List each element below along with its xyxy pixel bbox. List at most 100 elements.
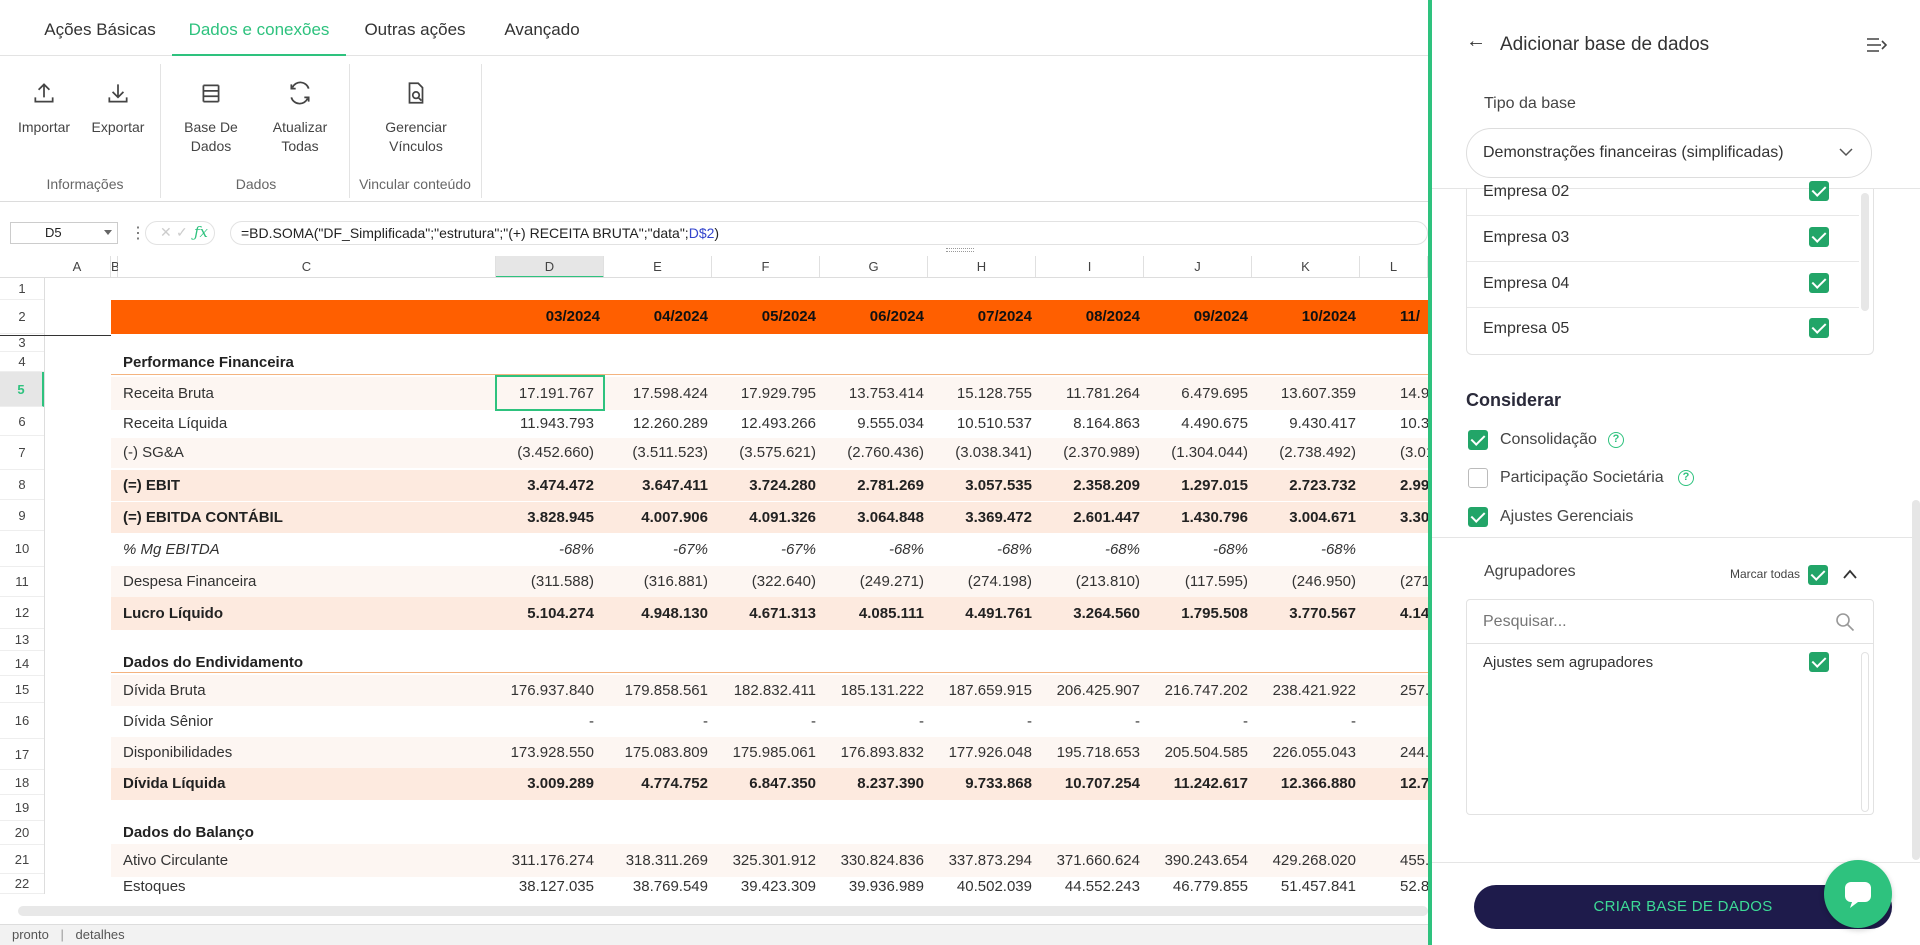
data-cell[interactable]: 3.724.280 <box>706 477 816 494</box>
data-cell[interactable]: 175.985.061 <box>706 744 816 761</box>
collapse-panel-icon[interactable] <box>1866 36 1888 54</box>
data-cell[interactable]: -68% <box>1030 541 1140 558</box>
data-cell[interactable]: 185.131.222 <box>814 682 924 699</box>
data-cell[interactable]: 40.502.039 <box>922 878 1032 895</box>
data-cell[interactable]: 5.104.274 <box>490 605 594 622</box>
data-cell[interactable]: 4.774.752 <box>598 775 708 792</box>
data-cell[interactable]: 2.781.269 <box>814 477 924 494</box>
row-label[interactable]: (-) SG&A <box>123 444 184 461</box>
row-header-3[interactable]: 3 <box>0 334 44 352</box>
data-cell[interactable]: 13.607.359 <box>1246 385 1356 402</box>
data-cell[interactable]: 390.243.654 <box>1138 852 1248 869</box>
row-header-12[interactable]: 12 <box>0 597 44 629</box>
data-cell[interactable]: 9.733.868 <box>922 775 1032 792</box>
row-label[interactable]: Receita Bruta <box>123 385 214 402</box>
data-cell[interactable]: (246.950) <box>1246 573 1356 590</box>
data-cell[interactable]: 3.264.560 <box>1030 605 1140 622</box>
column-header-i[interactable]: I <box>1036 256 1144 278</box>
data-cell[interactable]: 17.598.424 <box>598 385 708 402</box>
tab-avancado[interactable]: Avançado <box>496 0 588 56</box>
data-cell[interactable]: 11.781.264 <box>1030 385 1140 402</box>
data-cell[interactable]: 3.064.848 <box>814 509 924 526</box>
data-cell[interactable]: 195.718.653 <box>1030 744 1140 761</box>
data-cell[interactable]: 6.847.350 <box>706 775 816 792</box>
data-cell[interactable]: 9.430.417 <box>1246 415 1356 432</box>
data-cell[interactable]: 10.510.537 <box>922 415 1032 432</box>
data-cell[interactable]: 337.873.294 <box>922 852 1032 869</box>
data-cell[interactable]: (249.271) <box>814 573 924 590</box>
data-cell[interactable]: 176.893.832 <box>814 744 924 761</box>
data-cell[interactable]: 179.858.561 <box>598 682 708 699</box>
empresa-item[interactable]: Empresa 05 <box>1467 308 1859 353</box>
data-cell[interactable]: 2.996 <box>1400 477 1428 494</box>
data-cell[interactable]: 38.769.549 <box>598 878 708 895</box>
data-cell[interactable]: - <box>1030 713 1140 730</box>
data-cell[interactable]: 176.937.840 <box>490 682 594 699</box>
cell-name-box[interactable]: D5 <box>10 222 118 244</box>
more-vertical-icon[interactable]: ⋮ <box>130 223 146 243</box>
row-label[interactable]: Receita Líquida <box>123 415 227 432</box>
chat-button[interactable] <box>1824 860 1892 928</box>
column-header-d[interactable]: D <box>496 256 604 278</box>
row-label[interactable]: Dívida Sênior <box>123 713 213 730</box>
data-cell[interactable]: 187.659.915 <box>922 682 1032 699</box>
data-cell[interactable]: 15.128.755 <box>922 385 1032 402</box>
column-header-l[interactable]: L <box>1360 256 1428 278</box>
data-cell[interactable]: 4.147 <box>1400 605 1428 622</box>
data-cell[interactable]: - <box>814 713 924 730</box>
panel-scrollbar[interactable] <box>1912 500 1920 860</box>
data-cell[interactable]: 3.828.945 <box>490 509 594 526</box>
data-cell[interactable]: 4.490.675 <box>1138 415 1248 432</box>
data-cell[interactable]: 173.928.550 <box>490 744 594 761</box>
status-details-link[interactable]: detalhes <box>76 927 125 942</box>
row-label[interactable]: Ativo Circulante <box>123 852 228 869</box>
data-cell[interactable]: 1.430.796 <box>1138 509 1248 526</box>
data-cell[interactable]: 175.083.809 <box>598 744 708 761</box>
row-header-20[interactable]: 20 <box>0 821 44 845</box>
row-header-4[interactable]: 4 <box>0 352 44 372</box>
data-cell[interactable]: 4.491.761 <box>922 605 1032 622</box>
data-cell[interactable]: 39.936.989 <box>814 878 924 895</box>
data-cell[interactable]: 1.297.015 <box>1138 477 1248 494</box>
formula-input[interactable]: =BD.SOMA("DF_Simplificada";"estrutura";"… <box>230 221 1428 245</box>
data-cell[interactable]: 205.504.585 <box>1138 744 1248 761</box>
row-header-17[interactable]: 17 <box>0 739 44 770</box>
resize-handle[interactable] <box>946 248 974 252</box>
data-cell[interactable]: (2.370.989) <box>1030 444 1140 461</box>
empresa-item[interactable]: Empresa 04 <box>1467 263 1859 308</box>
data-cell[interactable]: 3.004.671 <box>1246 509 1356 526</box>
tab-acoes-basicas[interactable]: Ações Básicas <box>38 0 162 56</box>
data-cell[interactable]: 46.779.855 <box>1138 878 1248 895</box>
data-cell[interactable]: 12.366.880 <box>1246 775 1356 792</box>
data-cell[interactable]: 44.552.243 <box>1030 878 1140 895</box>
data-cell[interactable]: -67% <box>598 541 708 558</box>
data-cell[interactable]: 3.057.535 <box>922 477 1032 494</box>
data-cell[interactable]: 11.943.793 <box>490 415 594 432</box>
row-label[interactable]: Disponibilidades <box>123 744 232 761</box>
data-cell[interactable]: 1.795.508 <box>1138 605 1248 622</box>
data-cell[interactable]: 8.164.863 <box>1030 415 1140 432</box>
row-label[interactable]: Dívida Bruta <box>123 682 206 699</box>
empresa-checkbox[interactable] <box>1809 181 1829 201</box>
data-cell[interactable]: (274.198) <box>922 573 1032 590</box>
row-header-19[interactable]: 19 <box>0 795 44 821</box>
row-label[interactable]: Dívida Líquida <box>123 775 226 792</box>
data-cell[interactable]: (3.575.621) <box>706 444 816 461</box>
chevron-down-icon[interactable] <box>104 230 112 235</box>
data-cell[interactable]: 3.369.472 <box>922 509 1032 526</box>
option-checkbox[interactable] <box>1468 430 1488 450</box>
data-cell[interactable]: 10.373 <box>1400 415 1428 432</box>
data-cell[interactable]: 38.127.035 <box>490 878 594 895</box>
data-cell[interactable]: 52.876 <box>1400 878 1428 895</box>
data-cell[interactable]: 371.660.624 <box>1030 852 1140 869</box>
data-cell[interactable]: - <box>1246 713 1356 730</box>
confirm-icon[interactable]: ✓ <box>176 224 188 241</box>
tab-dados-conexoes[interactable]: Dados e conexões <box>172 0 346 56</box>
empresa-checkbox[interactable] <box>1809 273 1829 293</box>
help-icon[interactable]: ? <box>1678 470 1694 486</box>
data-cell[interactable]: (2.738.492) <box>1246 444 1356 461</box>
row-label[interactable]: Despesa Financeira <box>123 573 256 590</box>
data-cell[interactable]: -68% <box>1246 541 1356 558</box>
data-cell[interactable]: - <box>598 713 708 730</box>
data-cell[interactable]: (3.511.523) <box>598 444 708 461</box>
